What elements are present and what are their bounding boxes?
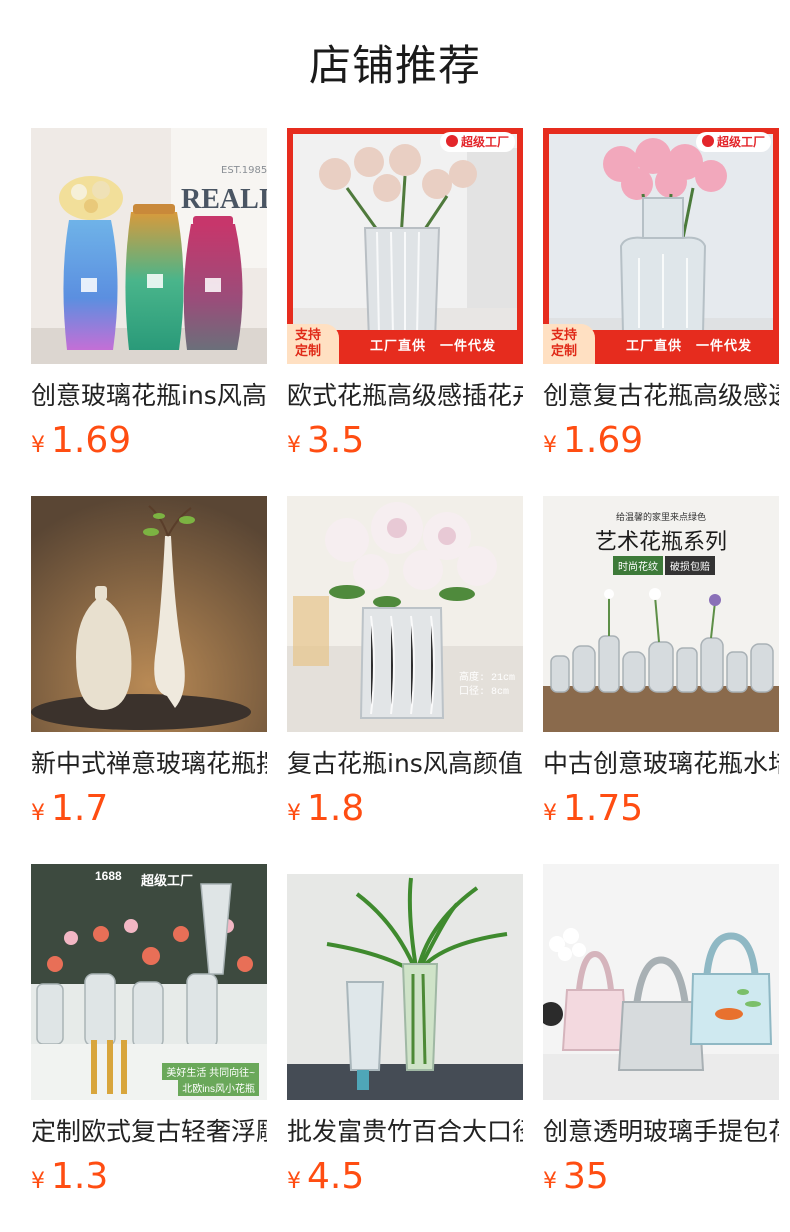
product-card[interactable]: 超级工厂 支持 定制 工厂直供 一件代发 创意复古花瓶高级感透 ¥1.69 (543, 128, 779, 461)
price-amount: 1.75 (563, 788, 644, 829)
product-card[interactable]: 新中式禅意玻璃花瓶摆 ¥1.7 (31, 496, 267, 829)
product-grid: REALIS EST.1985 创意玻璃花瓶ins风高 ¥1.69 (31, 128, 783, 1197)
factory-direct-label: 工厂直供 一件代发 (625, 339, 752, 354)
handbag-glass-vases-photo (543, 864, 779, 1100)
product-image[interactable]: REALIS EST.1985 (31, 128, 267, 364)
series-tag-pattern: 时尚花纹 (613, 556, 663, 575)
svg-text:1688: 1688 (95, 869, 122, 883)
currency-symbol: ¥ (287, 1169, 301, 1194)
product-name[interactable]: 新中式禅意玻璃花瓶摆 (31, 746, 267, 782)
product-card[interactable]: 超级工厂 支持 定制 工厂直供 一件代发 欧式花瓶高级感插花卉 ¥3.5 (287, 128, 523, 461)
gradient-vases-photo: REALIS EST.1985 (31, 128, 267, 364)
product-image[interactable]: 给温馨的家里来点绿色 艺术花瓶系列 时尚花纹 破损包赔 (543, 496, 779, 732)
currency-symbol: ¥ (31, 433, 45, 458)
product-image[interactable] (31, 496, 267, 732)
product-image[interactable]: 高度: 21cm 口径: 8cm (287, 496, 523, 732)
product-image[interactable] (543, 864, 779, 1100)
product-name[interactable]: 欧式花瓶高级感插花卉 (287, 378, 523, 414)
product-price: ¥35 (543, 1154, 779, 1200)
price-amount: 4.5 (307, 1156, 365, 1197)
currency-symbol: ¥ (543, 1169, 557, 1194)
super-factory-badge: 超级工厂 (695, 132, 771, 152)
currency-symbol: ¥ (287, 433, 301, 458)
support-custom-label: 支持 定制 (287, 324, 339, 364)
currency-symbol: ¥ (31, 1169, 45, 1194)
factory-direct-label: 工厂直供 一件代发 (369, 339, 496, 354)
support-custom-label: 支持 定制 (543, 324, 595, 364)
price-amount: 1.3 (51, 1156, 109, 1197)
product-price: ¥1.69 (31, 418, 267, 464)
zen-vases-photo (31, 496, 267, 732)
product-card[interactable]: 1688 超级工厂 美好生活 共同向往~ 北欧ins风小花瓶 定制欧式复古轻奢浮… (31, 864, 267, 1197)
product-price: ¥1.3 (31, 1154, 267, 1200)
svg-text:REALIS: REALIS (181, 184, 267, 215)
series-tag-damage: 破损包赔 (665, 556, 715, 575)
product-image[interactable]: 超级工厂 支持 定制 工厂直供 一件代发 (287, 128, 523, 364)
price-amount: 1.8 (307, 788, 365, 829)
product-name[interactable]: 复古花瓶ins风高颜值 (287, 746, 523, 782)
product-name[interactable]: 创意玻璃花瓶ins风高 (31, 378, 267, 414)
currency-symbol: ¥ (31, 801, 45, 826)
product-price: ¥1.7 (31, 786, 267, 832)
product-price: ¥1.69 (543, 418, 779, 464)
product-price: ¥1.8 (287, 786, 523, 832)
product-card[interactable]: 创意透明玻璃手提包花 ¥35 (543, 864, 779, 1197)
bamboo-vase-photo (287, 864, 523, 1100)
series-subtitle: 给温馨的家里来点绿色 (615, 512, 706, 522)
product-card[interactable]: REALIS EST.1985 创意玻璃花瓶ins风高 ¥1.69 (31, 128, 267, 461)
product-card[interactable]: 给温馨的家里来点绿色 艺术花瓶系列 时尚花纹 破损包赔 中古创意玻璃花瓶水培 ¥… (543, 496, 779, 829)
price-amount: 1.7 (51, 788, 109, 829)
series-title: 艺术花瓶系列 (594, 529, 727, 554)
product-name[interactable]: 中古创意玻璃花瓶水培 (543, 746, 779, 782)
store-recommendations-page: 店铺推荐 REALIS EST.1985 (0, 0, 790, 1232)
price-amount: 1.69 (563, 420, 644, 461)
product-name[interactable]: 定制欧式复古轻奢浮雕 (31, 1114, 267, 1150)
slogan-line-2: 北欧ins风小花瓶 (178, 1079, 259, 1096)
slogan-line-1: 美好生活 共同向往~ (162, 1063, 259, 1080)
product-price: ¥1.75 (543, 786, 779, 832)
currency-symbol: ¥ (543, 801, 557, 826)
product-card[interactable]: 高度: 21cm 口径: 8cm 复古花瓶ins风高颜值 ¥1.8 (287, 496, 523, 829)
product-image[interactable] (287, 864, 523, 1100)
page-title: 店铺推荐 (308, 41, 481, 90)
super-factory-badge: 超级工厂 (439, 132, 515, 152)
currency-symbol: ¥ (543, 433, 557, 458)
product-name[interactable]: 创意透明玻璃手提包花 (543, 1114, 779, 1150)
diameter-label: 口径: 8cm (459, 687, 510, 698)
product-card[interactable]: 批发富贵竹百合大口径 ¥4.5 (287, 864, 523, 1197)
product-name[interactable]: 批发富贵竹百合大口径 (287, 1114, 523, 1150)
product-name[interactable]: 创意复古花瓶高级感透 (543, 378, 779, 414)
currency-symbol: ¥ (287, 801, 301, 826)
product-price: ¥3.5 (287, 418, 523, 464)
price-amount: 1.69 (51, 420, 132, 461)
price-amount: 35 (563, 1156, 609, 1197)
product-price: ¥4.5 (287, 1154, 523, 1200)
product-image[interactable]: 1688 超级工厂 美好生活 共同向往~ 北欧ins风小花瓶 (31, 864, 267, 1100)
super-factory-label: 超级工厂 (141, 873, 194, 888)
price-amount: 3.5 (307, 420, 365, 461)
svg-text:EST.1985: EST.1985 (221, 165, 267, 176)
product-image[interactable]: 超级工厂 支持 定制 工厂直供 一件代发 (543, 128, 779, 364)
